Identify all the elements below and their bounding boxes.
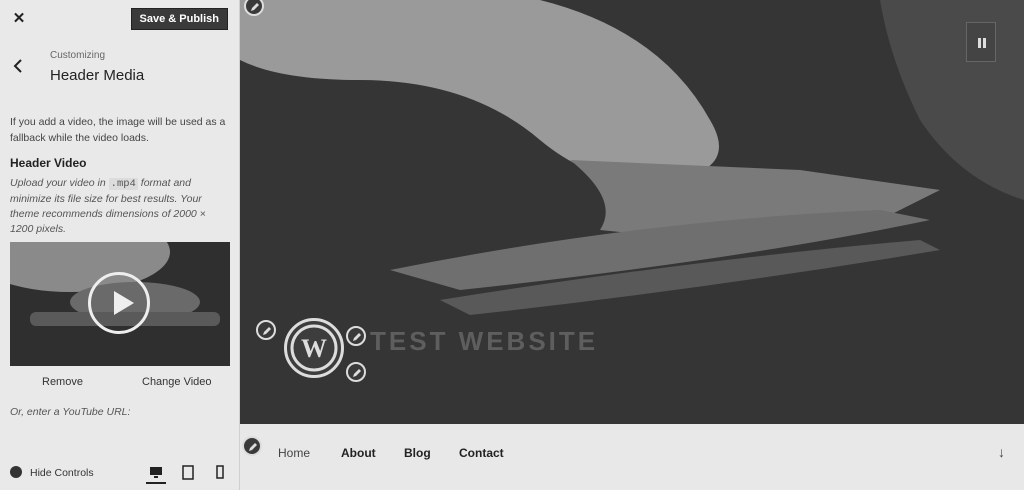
collapse-icon <box>10 466 22 478</box>
chevron-left-icon[interactable] <box>8 52 28 80</box>
remove-video-button[interactable]: Remove <box>42 376 83 388</box>
desc-text-1: Upload your video in <box>10 177 109 189</box>
fallback-note: If you add a video, the image will be us… <box>10 116 226 144</box>
header-video-description: Upload your video in .mp4 format and min… <box>10 176 232 237</box>
section-header: Customizing Header Media <box>0 40 240 96</box>
pause-icon[interactable] <box>966 22 996 62</box>
close-icon[interactable]: ✕ <box>8 8 30 30</box>
pencil-icon[interactable] <box>346 362 366 382</box>
tablet-icon[interactable] <box>178 462 198 484</box>
svg-text:W: W <box>301 334 327 363</box>
pencil-icon[interactable] <box>346 326 366 346</box>
hide-controls-label: Hide Controls <box>30 467 94 479</box>
save-publish-button[interactable]: Save & Publish <box>130 8 228 30</box>
desc-code: .mp4 <box>108 178 138 190</box>
nav-item-contact[interactable]: Contact <box>459 446 504 460</box>
nav-item-blog[interactable]: Blog <box>404 446 431 460</box>
header-media-panel: If you add a video, the image will be us… <box>10 114 232 237</box>
site-preview: W TEST WEBSITE Home About Blog Contact ↓ <box>240 0 1024 490</box>
wordpress-logo-icon[interactable]: W <box>284 318 344 378</box>
hide-controls-button[interactable]: Hide Controls <box>10 466 94 479</box>
site-title[interactable]: TEST WEBSITE <box>370 326 598 357</box>
hero-artwork <box>240 0 1024 315</box>
arrow-down-icon[interactable]: ↓ <box>998 444 1005 460</box>
video-actions: Remove Change Video <box>10 374 230 392</box>
customizer-footer: Hide Controls <box>0 456 240 490</box>
header-video-title: Header Video <box>10 156 87 170</box>
customizer-topbar: ✕ Save & Publish <box>0 0 240 38</box>
nav-item-about[interactable]: About <box>341 446 376 460</box>
youtube-url-label: Or, enter a YouTube URL: <box>10 406 131 418</box>
customizer-app: ✕ Save & Publish Customizing Header Medi… <box>0 0 1024 490</box>
customizer-sidebar: ✕ Save & Publish Customizing Header Medi… <box>0 0 240 490</box>
pencil-icon[interactable] <box>256 320 276 340</box>
section-title: Header Media <box>50 67 145 84</box>
pencil-icon[interactable] <box>242 436 262 456</box>
customizing-label: Customizing <box>50 50 106 61</box>
mobile-icon[interactable] <box>210 462 230 484</box>
video-thumbnail[interactable] <box>10 242 230 366</box>
desktop-icon[interactable] <box>146 462 166 484</box>
header-video: W TEST WEBSITE <box>240 0 1024 424</box>
play-icon[interactable] <box>88 272 150 334</box>
site-navigation: Home About Blog Contact ↓ <box>240 424 1024 490</box>
change-video-button[interactable]: Change Video <box>142 376 212 388</box>
nav-item-home[interactable]: Home <box>278 446 310 460</box>
